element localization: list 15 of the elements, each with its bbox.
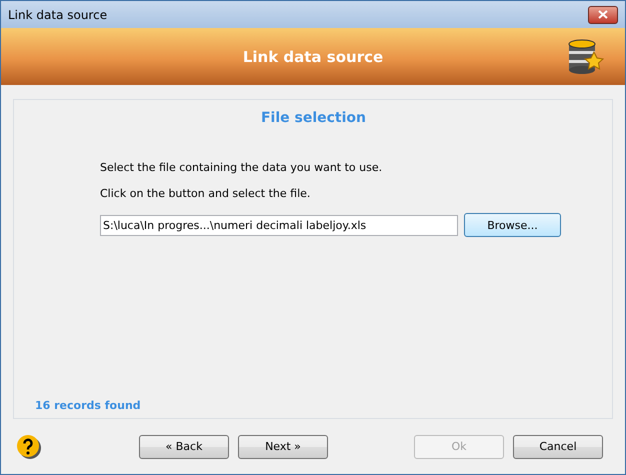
database-star-icon <box>567 38 605 76</box>
banner-title: Link data source <box>242 48 384 66</box>
browse-button[interactable]: Browse... <box>464 213 561 237</box>
dialog-button[interactable]: « Back <box>139 434 229 458</box>
help-icon[interactable] <box>17 434 41 458</box>
dialog-button[interactable]: Next » <box>238 434 328 458</box>
instruction-text: Select the file containing the data you want to use. <box>100 161 384 174</box>
dialog-button[interactable]: Cancel <box>513 434 603 458</box>
close-button[interactable] <box>588 6 618 24</box>
window-title: Link data source <box>8 8 108 22</box>
file-path-field[interactable]: S:\luca\In progres...\numeri decimali labeljoy.xls <box>100 214 458 236</box>
section-heading: File selection <box>260 110 368 126</box>
close-icon <box>598 10 608 19</box>
instruction-text: Click on the button and select the file. <box>100 187 312 200</box>
records-status: 16 records found <box>35 399 142 412</box>
